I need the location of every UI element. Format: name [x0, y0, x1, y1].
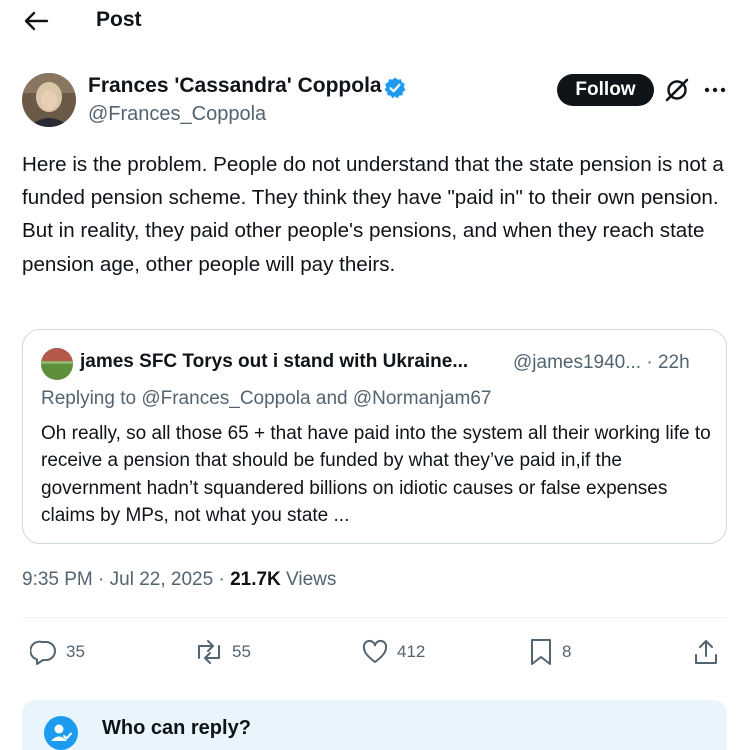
author-avatar[interactable]: [22, 73, 76, 127]
top-bar: Post: [0, 0, 750, 42]
author-name[interactable]: Frances 'Cassandra' Coppola: [88, 74, 382, 98]
post-time[interactable]: 9:35 PM · Jul 22, 2025 ·: [22, 569, 230, 590]
people-check-icon: [44, 716, 78, 750]
share-button[interactable]: [692, 637, 720, 667]
repost-icon: [198, 640, 220, 664]
reply-count: 35: [66, 642, 85, 661]
who-can-reply-panel: Who can reply?: [22, 700, 727, 750]
bookmark-icon: [531, 639, 551, 665]
repost-count: 55: [232, 642, 251, 661]
quoted-text: Oh really, so all those 65 + that have p…: [41, 423, 711, 526]
quoted-avatar[interactable]: [41, 348, 73, 380]
like-icon: [362, 639, 388, 663]
back-button[interactable]: [22, 8, 50, 34]
like-count: 412: [397, 642, 426, 661]
quoted-author-meta: @james1940... · 22h: [513, 352, 690, 373]
views-label: Views: [280, 569, 337, 590]
reply-button[interactable]: 35: [30, 637, 85, 667]
share-icon: [695, 640, 717, 664]
quoted-post[interactable]: james SFC Torys out i stand with Ukraine…: [22, 329, 727, 544]
views-count: 21.7K: [230, 569, 281, 590]
post-timestamp: 9:35 PM · Jul 22, 2025 · 21.7K Views: [22, 569, 336, 591]
divider: [22, 617, 727, 618]
author-handle[interactable]: @Frances_Coppola: [88, 103, 266, 126]
verified-badge-icon: [383, 76, 407, 100]
quoted-replying-to: Replying to @Frances_Coppola and @Norman…: [41, 388, 492, 409]
reply-icon: [30, 640, 56, 665]
more-icon[interactable]: [703, 80, 727, 100]
page-title: Post: [96, 8, 142, 31]
quoted-author-name: james SFC Torys out i stand with Ukraine…: [80, 351, 469, 372]
post-text: Here is the problem. People do not under…: [22, 153, 724, 276]
back-arrow-icon: [24, 11, 49, 31]
who-can-reply-title: Who can reply?: [102, 717, 251, 739]
repost-button[interactable]: 55: [194, 637, 251, 667]
follow-button[interactable]: Follow: [557, 74, 654, 106]
bookmark-button[interactable]: 8: [528, 637, 571, 667]
grok-icon[interactable]: [664, 77, 690, 103]
bookmark-count: 8: [562, 642, 572, 661]
like-button[interactable]: 412: [361, 637, 425, 667]
